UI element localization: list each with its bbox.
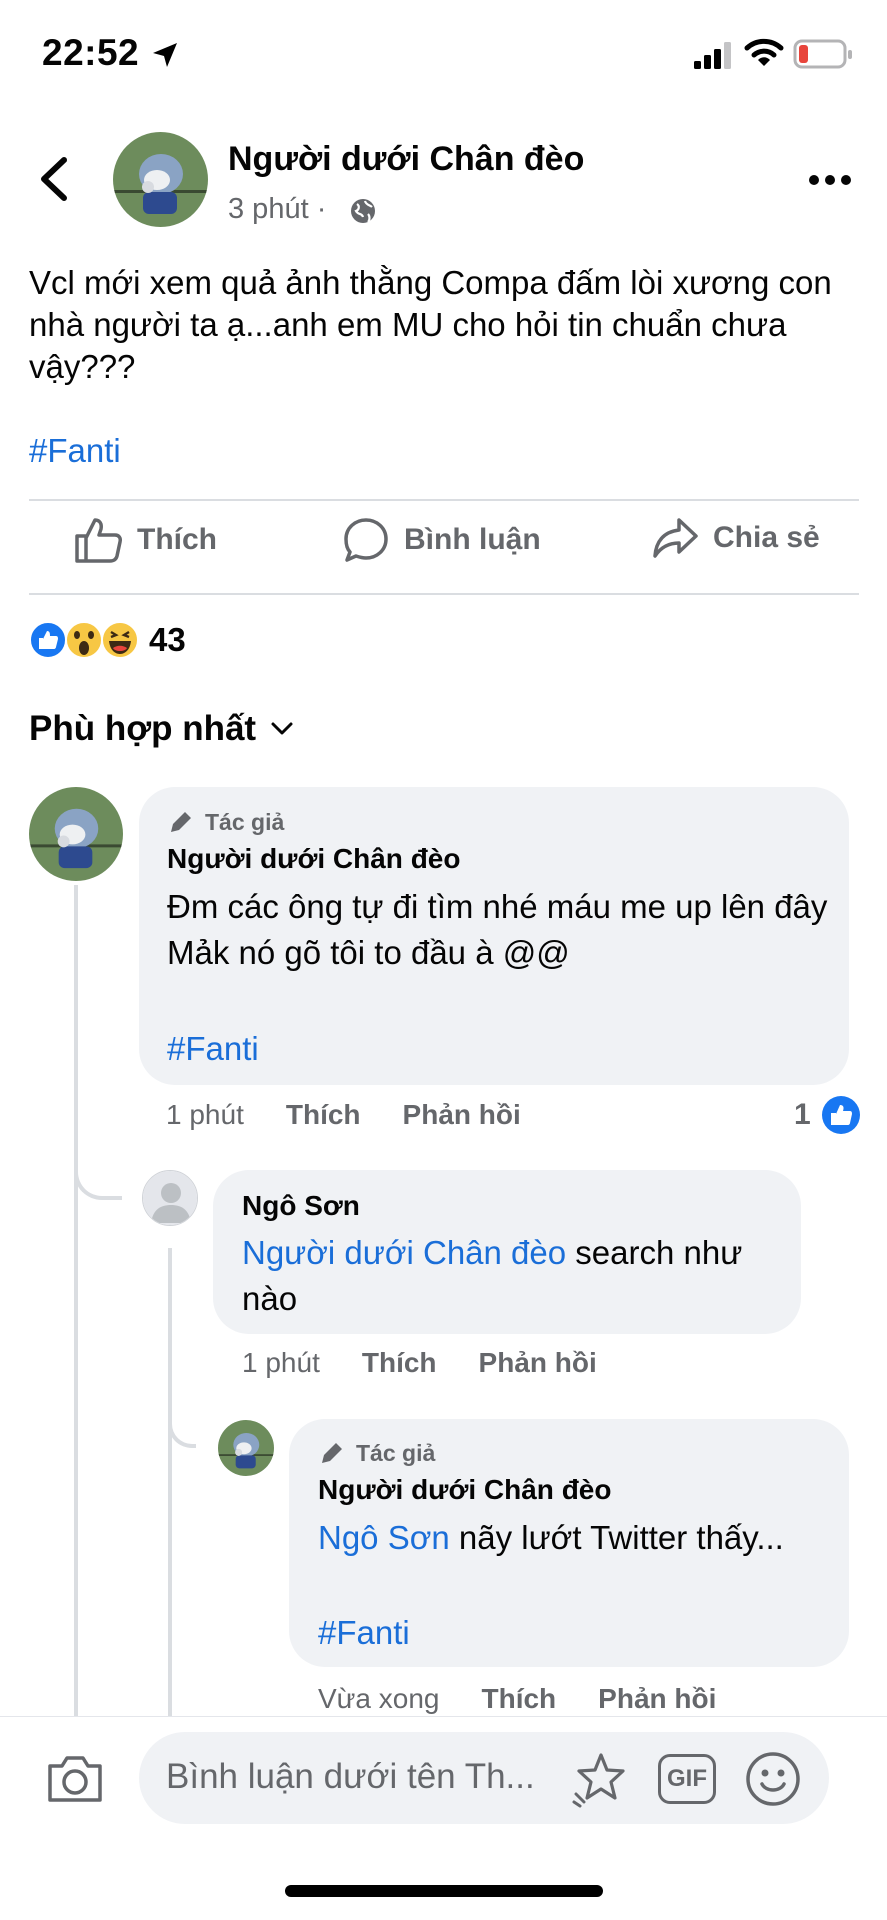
- comment-author[interactable]: Người dưới Chân đèo: [167, 843, 460, 875]
- post-author-name[interactable]: Người dưới Chân đèo: [228, 140, 584, 179]
- nested-badge-label: Tác giả: [356, 1439, 436, 1466]
- comment-bubble-icon: [344, 518, 388, 562]
- thread-branch-1: [74, 1160, 122, 1200]
- comment-text: Đm các ông tự đi tìm nhé máu me up lên đ…: [167, 888, 828, 971]
- reply-actions: 1 phút Thích Phản hồi: [242, 1347, 639, 1379]
- comment-input-placeholder: Bình luận dưới tên Th...: [166, 1757, 535, 1796]
- haha-icon: [101, 621, 139, 659]
- wifi-icon: [744, 38, 784, 66]
- like-icon: [29, 621, 67, 659]
- comment-time: 1 phút: [166, 1099, 244, 1130]
- divider-bottom: [29, 593, 859, 595]
- reply-like-button[interactable]: Thích: [362, 1347, 437, 1379]
- more-options-icon[interactable]: [808, 170, 852, 190]
- divider-top: [29, 499, 859, 501]
- share-label: Chia sẻ: [713, 521, 820, 554]
- reply-avatar-default[interactable]: [142, 1170, 198, 1226]
- emoji-icon[interactable]: [744, 1750, 802, 1808]
- avatar-sticker-icon[interactable]: [572, 1750, 630, 1808]
- cellular-signal-icon: [694, 42, 731, 69]
- like-badge-icon: [821, 1096, 860, 1134]
- nested-reply-mention[interactable]: Ngô Sơn: [318, 1519, 450, 1556]
- thread-line-main: [74, 885, 78, 1716]
- globe-icon: [351, 199, 375, 223]
- nested-reply-time: Vừa xong: [318, 1683, 440, 1714]
- like-label: Thích: [137, 523, 217, 556]
- nested-reply-hashtag[interactable]: #Fanti: [318, 1610, 410, 1656]
- share-button[interactable]: Chia sẻ: [651, 516, 820, 560]
- post-meta: 3 phút ·: [228, 193, 326, 226]
- nested-reply-reply-button[interactable]: Phản hồi: [598, 1683, 716, 1715]
- author-badge: Tác giả: [167, 808, 284, 836]
- pen-icon: [171, 812, 191, 832]
- gif-label: GIF: [667, 1765, 707, 1792]
- post-time: 3 phút: [228, 193, 309, 225]
- location-arrow-icon: [153, 43, 177, 67]
- reply-mention[interactable]: Người dưới Chân đèo: [242, 1234, 566, 1271]
- status-time: 22:52: [42, 32, 140, 73]
- default-user-icon: [143, 1171, 197, 1225]
- meta-separator: ·: [316, 193, 327, 225]
- back-chevron-icon[interactable]: [36, 156, 72, 202]
- nested-reply-like-button[interactable]: Thích: [482, 1683, 557, 1715]
- reply-time: 1 phút: [242, 1347, 320, 1378]
- avatar-illustration: [218, 1420, 274, 1476]
- avatar-illustration: [113, 132, 208, 227]
- thumbs-up-outline-icon: [75, 518, 122, 563]
- thread-line-reply: [168, 1248, 172, 1716]
- post-text: Vcl mới xem quả ảnh thằng Compa đấm lòi …: [29, 264, 832, 385]
- comment-hashtag[interactable]: #Fanti: [167, 1026, 259, 1072]
- comment-label: Bình luận: [404, 523, 541, 556]
- badge-label: Tác giả: [205, 808, 285, 835]
- comment-avatar[interactable]: [29, 787, 123, 881]
- nested-reply-author[interactable]: Người dưới Chân đèo: [318, 1474, 611, 1506]
- nested-reply-body: nãy lướt Twitter thấy...: [449, 1519, 784, 1556]
- reaction-summary[interactable]: 43: [29, 620, 186, 660]
- reply-text: Người dưới Chân đèo search như nào: [242, 1230, 782, 1322]
- avatar-illustration: [29, 787, 123, 881]
- wow-icon: [65, 621, 103, 659]
- comment-like-count[interactable]: 1: [794, 1095, 861, 1135]
- reaction-icons: [29, 621, 139, 659]
- gif-button[interactable]: GIF: [658, 1754, 716, 1804]
- comment-reply-button[interactable]: Phản hồi: [403, 1099, 521, 1131]
- comment-actions: 1 phút Thích Phản hồi: [166, 1099, 563, 1131]
- reaction-count: 43: [149, 621, 186, 658]
- reply-reply-button[interactable]: Phản hồi: [479, 1347, 597, 1379]
- nested-reply-text: Ngô Sơn nãy lướt Twitter thấy...: [318, 1515, 838, 1561]
- sort-label: Phù hợp nhất: [29, 709, 257, 748]
- home-indicator: [285, 1885, 603, 1897]
- like-count-value: 1: [794, 1098, 811, 1131]
- comment-button[interactable]: Bình luận: [342, 516, 541, 564]
- nested-author-badge: Tác giả: [318, 1439, 435, 1467]
- camera-icon[interactable]: [46, 1752, 104, 1804]
- comment-like-button[interactable]: Thích: [286, 1099, 361, 1131]
- share-arrow-icon: [653, 518, 698, 558]
- chevron-down-icon: [271, 722, 293, 735]
- author-avatar[interactable]: [113, 132, 208, 227]
- comment-sort-dropdown[interactable]: Phù hợp nhất: [29, 709, 294, 749]
- pen-icon: [322, 1443, 342, 1463]
- thread-branch-2: [168, 1400, 196, 1448]
- post-hashtag[interactable]: #Fanti: [29, 432, 121, 470]
- nested-reply-actions: Vừa xong Thích Phản hồi: [318, 1683, 758, 1715]
- like-button[interactable]: Thích: [73, 516, 217, 564]
- reply-author[interactable]: Ngô Sơn: [242, 1190, 360, 1222]
- battery-low-icon: [793, 39, 852, 69]
- nested-reply-avatar[interactable]: [218, 1420, 274, 1476]
